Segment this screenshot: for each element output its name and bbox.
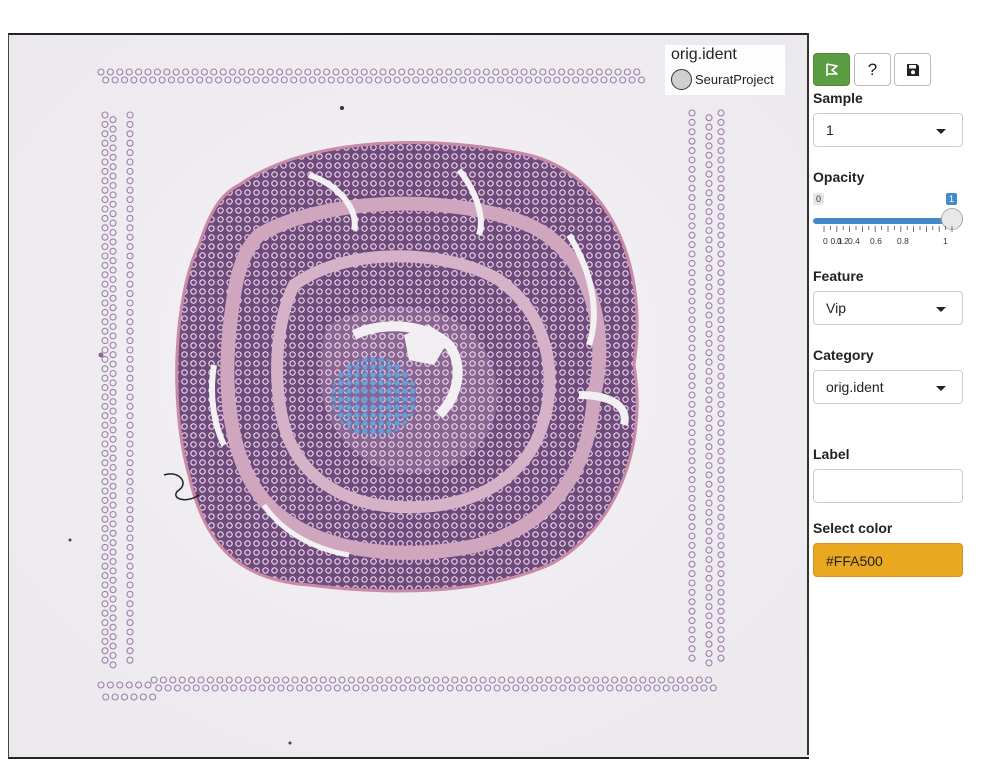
tissue-image-viewport[interactable]: orig.ident SeuratProject [8,33,809,759]
opacity-slider[interactable]: 0 1 0 0.1 0.2 0.4 0.6 0.8 1 [813,193,968,248]
slider-tick-label: 0.8 [897,236,909,246]
highlighted-spots [331,357,417,437]
sample-label: Sample [813,90,863,106]
lasso-select-button[interactable] [813,53,850,86]
legend-label: SeuratProject [695,72,774,87]
sample-select[interactable]: 1 [813,113,963,147]
help-button[interactable]: ? [854,53,891,86]
slider-tick-label: 0 [823,236,828,246]
opacity-label: Opacity [813,169,865,185]
category-label: Category [813,347,874,363]
slider-track[interactable] [813,218,953,224]
chevron-down-icon [936,307,946,312]
tissue-image [9,35,809,757]
legend-title: orig.ident [671,46,737,63]
color-value: #FFA500 [826,553,883,569]
opacity-value-badge: 1 [946,193,958,205]
legend-swatch[interactable] [671,69,692,90]
slider-tick-label: 0.6 [870,236,882,246]
slider-tick-label: 1 [943,236,948,246]
slider-ticks [823,226,953,232]
save-icon [906,63,919,76]
help-icon: ? [867,59,878,79]
sample-value: 1 [826,122,834,138]
chevron-down-icon [936,129,946,134]
slider-tick-label: 0.4 [848,236,860,246]
legend: orig.ident SeuratProject [665,45,785,95]
feature-label: Feature [813,268,864,284]
select-color-label: Select color [813,520,893,536]
label-input[interactable] [813,469,963,503]
slider-tick-labels: 0 0.1 0.2 0.4 0.6 0.8 1 [813,236,973,248]
opacity-min-badge: 0 [813,193,825,205]
divider [807,33,809,755]
label-field-label: Label [813,446,850,462]
chevron-down-icon [936,386,946,391]
tissue-section [175,141,639,593]
save-button[interactable] [894,53,931,86]
feature-select[interactable]: Vip [813,291,963,325]
category-value: orig.ident [826,379,884,395]
category-select[interactable]: orig.ident [813,370,963,404]
color-picker[interactable]: #FFA500 [813,543,963,577]
lasso-select-icon [825,62,838,76]
feature-value: Vip [826,300,846,316]
